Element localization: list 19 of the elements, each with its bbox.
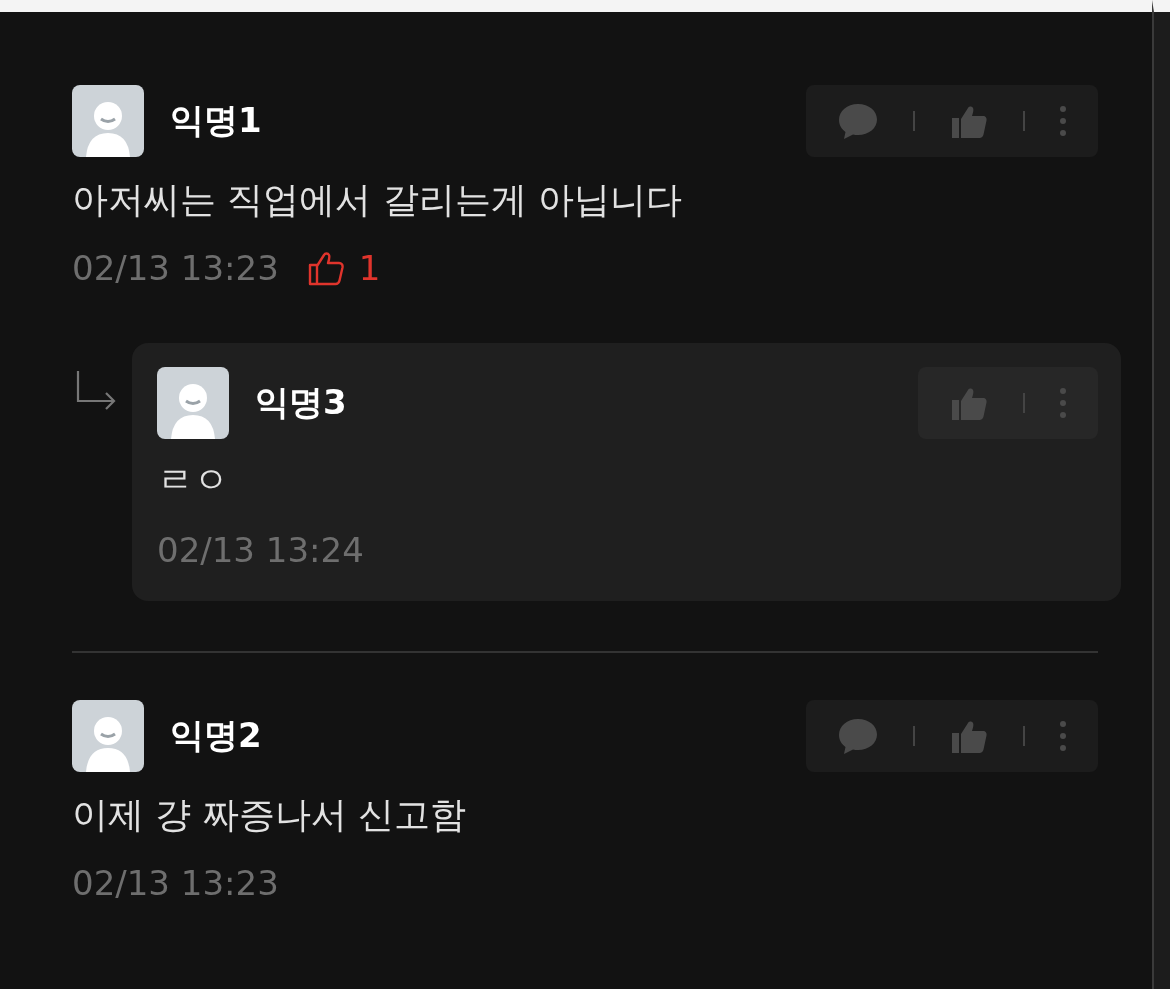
comment-text: 이제 걍 짜증나서 신고함 [72,793,468,837]
more-icon[interactable] [1059,386,1067,420]
avatar-icon [157,367,229,439]
avatar-icon [72,700,144,772]
comment-text: ㄹㅇ [157,458,230,502]
like-count: 1 [358,247,381,290]
timestamp: 02/13 13:24 [157,529,364,572]
comment-text: 아저씨는 직업에서 갈리는게 아닙니다 [72,178,684,222]
thumbs-up-icon[interactable] [306,249,347,287]
author-name: 익명2 [170,714,263,757]
speech-bubble-icon[interactable] [837,716,879,756]
author-name: 익명3 [255,381,348,424]
timestamp: 02/13 13:23 [72,862,279,905]
avatar-icon [72,85,144,157]
author-name: 익명1 [170,99,263,142]
more-icon[interactable] [1059,104,1067,138]
speech-bubble-icon[interactable] [837,101,879,141]
timestamp: 02/13 13:23 [72,247,279,290]
more-icon[interactable] [1059,719,1067,753]
